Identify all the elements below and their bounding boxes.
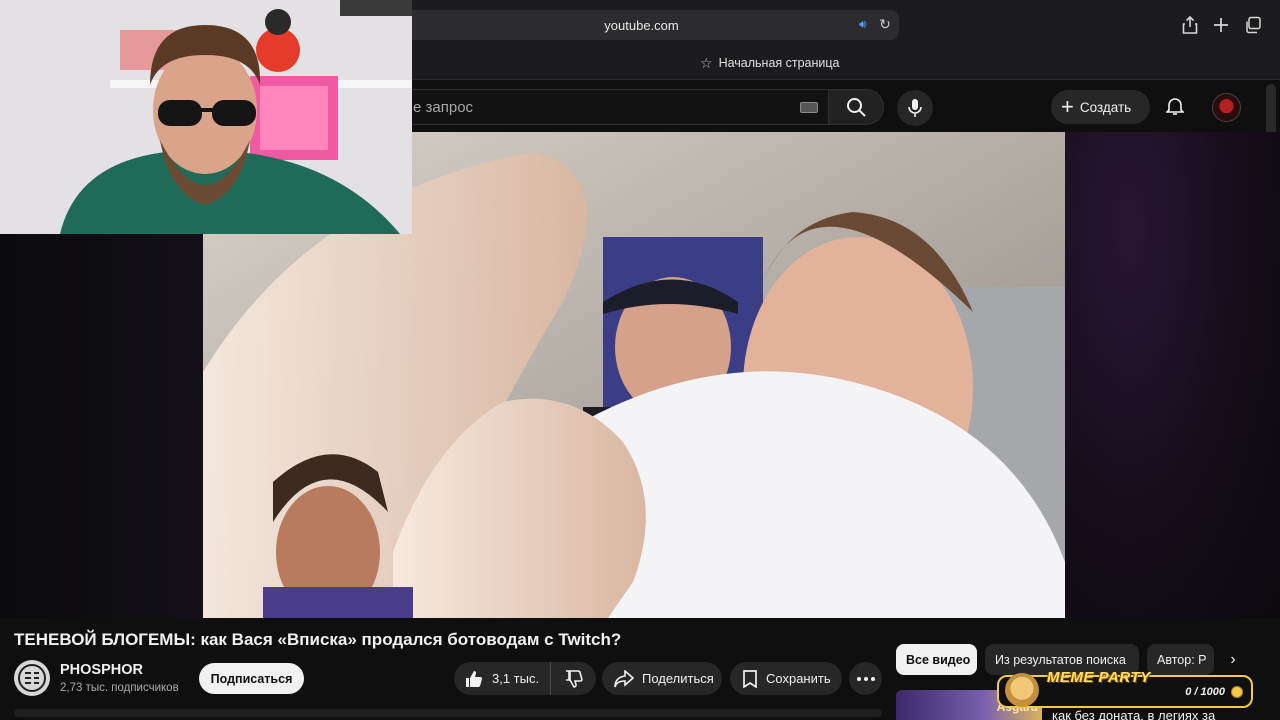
url-text: youtube.com	[604, 17, 679, 33]
thumbs-up-icon	[466, 670, 483, 687]
chip-all-videos[interactable]: Все видео	[896, 644, 977, 675]
like-count: 3,1 тыс.	[492, 671, 540, 686]
tabs-overview-icon[interactable]	[1240, 12, 1266, 38]
channel-logo-icon	[18, 664, 46, 692]
search-input[interactable]: е запрос	[384, 89, 828, 125]
subscriber-count: 2,73 тыс. подписчиков	[60, 682, 179, 694]
video-title: ТЕНЕВОЙ БЛОГЕМЫ: как Вася «Вписка» прода…	[14, 630, 622, 649]
plus-icon: +	[1061, 94, 1074, 119]
speaker-icon[interactable]: 🔊︎	[859, 17, 873, 31]
save-label: Сохранить	[766, 671, 831, 686]
thumbs-down-icon	[565, 669, 583, 688]
meme-party-title: MEME PARTY	[1047, 669, 1151, 686]
new-tab-icon[interactable]	[1208, 12, 1234, 38]
video-backdrop	[1065, 132, 1280, 618]
chevron-right-icon[interactable]: ›	[1222, 648, 1244, 672]
voice-search-button[interactable]	[897, 90, 933, 126]
search-placeholder: е запрос	[413, 98, 474, 116]
chip-author[interactable]: Автор: P	[1147, 644, 1214, 675]
coin-icon	[1231, 686, 1243, 698]
bookmark-icon	[743, 669, 757, 688]
webcam-overlay	[0, 0, 412, 234]
like-button[interactable]: 3,1 тыс.	[454, 662, 551, 695]
keyboard-icon[interactable]	[800, 102, 818, 113]
reload-icon[interactable]: ↻	[877, 16, 893, 32]
description-box-edge	[14, 709, 882, 717]
account-avatar[interactable]	[1212, 93, 1241, 122]
star-icon: ☆	[700, 54, 713, 71]
channel-avatar[interactable]	[14, 660, 50, 696]
share-icon[interactable]	[1177, 12, 1203, 38]
channel-name[interactable]: PHOSPHOR	[60, 662, 143, 678]
meme-party-counter: 0 / 1000	[1185, 686, 1225, 698]
recommended-video-title[interactable]: как без доната, в легиях за	[1052, 708, 1215, 720]
share-arrow-icon	[614, 669, 634, 687]
share-button[interactable]: Поделиться	[602, 662, 722, 695]
search-icon	[847, 98, 866, 117]
bookmark-label: Начальная страница	[718, 56, 840, 70]
create-button[interactable]: + Создать	[1051, 90, 1150, 124]
microphone-icon	[908, 99, 922, 117]
dislike-button[interactable]	[551, 662, 596, 695]
doge-icon	[1005, 673, 1039, 707]
meme-party-widget: MEME PARTY 0 / 1000	[997, 669, 1253, 708]
streamer-webcam-image	[0, 0, 412, 234]
create-label: Создать	[1079, 99, 1132, 115]
share-label: Поделиться	[642, 671, 714, 686]
more-horizontal-icon	[856, 676, 875, 681]
address-bar[interactable]: youtube.com 🔊︎ ↻	[384, 10, 899, 40]
screen: youtube.com 🔊︎ ↻ ☆ Начальная страница е …	[0, 0, 1280, 720]
more-actions-button[interactable]	[849, 662, 882, 695]
notifications-bell-icon[interactable]	[1163, 94, 1187, 118]
bookmark-start-page[interactable]: ☆ Начальная страница	[700, 52, 840, 74]
search-button[interactable]	[828, 89, 884, 125]
subscribe-button[interactable]: Подписаться	[199, 663, 304, 694]
save-button[interactable]: Сохранить	[730, 662, 842, 695]
like-dislike-group: 3,1 тыс.	[454, 662, 596, 695]
